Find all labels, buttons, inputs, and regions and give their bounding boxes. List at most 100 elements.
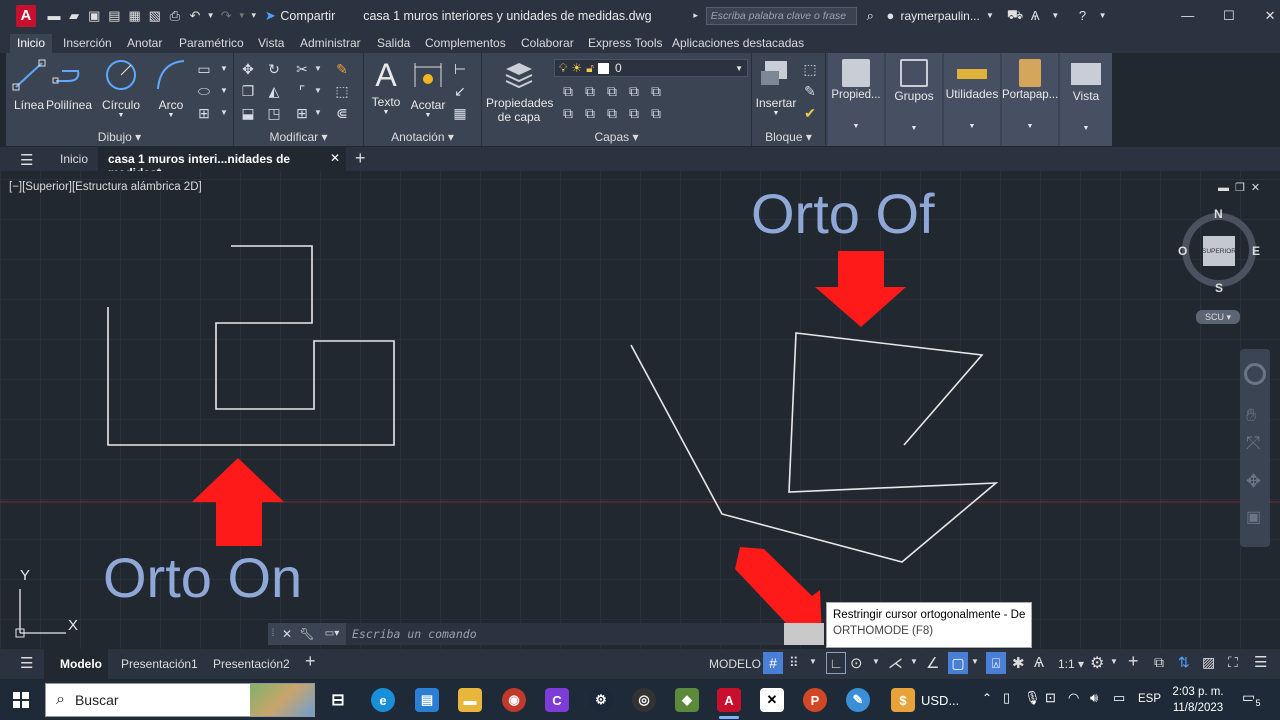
tray-camera-icon[interactable]: ⊡ [1045, 690, 1056, 706]
doc-tab-current[interactable]: casa 1 muros interi...nidades de medidas… [98, 147, 346, 180]
share-button[interactable]: Compartir [280, 9, 335, 23]
annotation-visibility-icon[interactable]: ⍓ [986, 652, 1006, 674]
tab-complementos[interactable]: Complementos [418, 34, 513, 53]
autoscale-icon[interactable]: ✱ [1012, 654, 1025, 672]
tray-volume-icon[interactable]: 🔊︎ [1090, 690, 1098, 706]
rectangle-icon[interactable]: ▭ [196, 61, 212, 77]
tab-express-tools[interactable]: Express Tools [581, 34, 669, 53]
gradient-icon[interactable]: ⊞ [196, 105, 212, 121]
stretch-icon[interactable]: ⬓ [240, 105, 256, 121]
capcut-icon[interactable]: ✕ [760, 688, 784, 712]
edge-icon[interactable]: e [371, 688, 395, 712]
isodraft-icon[interactable]: ⋌ [888, 654, 903, 672]
powerpoint-icon[interactable]: P [803, 688, 827, 712]
move-icon[interactable]: ✥ [240, 61, 256, 77]
language-indicator[interactable]: ESP [1138, 693, 1161, 705]
showmotion-icon[interactable]: ▣ [1246, 507, 1261, 527]
grupos-panel-button[interactable]: Grupos ▼ [886, 53, 942, 146]
steering-wheel-icon[interactable] [1244, 363, 1266, 385]
maximize-icon[interactable]: ☐ [1220, 6, 1238, 26]
draw-more3-icon[interactable]: ▼ [216, 105, 232, 121]
tray-mic-icon[interactable]: 🎙︎ [1024, 690, 1041, 706]
steam-icon[interactable]: ⚙ [589, 688, 613, 712]
layer-tool-9-icon[interactable]: ⧉ [626, 105, 642, 121]
units-icon[interactable]: ⧉ [1154, 654, 1164, 671]
viewcube-west[interactable]: O [1178, 244, 1187, 258]
vista-panel-button[interactable]: Vista ▼ [1060, 53, 1112, 146]
close-icon[interactable]: ✕ [1261, 6, 1279, 26]
autodesk-dropdown-icon[interactable]: ▼ [1046, 6, 1064, 26]
linear-dim-icon[interactable]: ⊢ [452, 61, 468, 77]
annotation-monitor-icon[interactable]: + [1128, 651, 1139, 672]
erase-icon[interactable]: ✎ [334, 61, 350, 77]
hatch-icon[interactable]: ⬭ [196, 83, 212, 99]
leader-icon[interactable]: ↙ [452, 83, 468, 99]
tab-vista[interactable]: Vista [251, 34, 291, 53]
copy-icon[interactable]: ❐ [240, 83, 256, 99]
screen-recorder-icon[interactable]: ◉ [502, 688, 526, 712]
panel-bloque-title[interactable]: Bloque ▾ [752, 130, 825, 144]
utilidades-panel-button[interactable]: Utilidades ▼ [944, 53, 1000, 146]
layer-tool-10-icon[interactable]: ⧉ [648, 105, 664, 121]
command-close-icon[interactable]: ✕ [278, 623, 296, 645]
offset-icon[interactable]: ⋐ [334, 105, 350, 121]
circulo-button[interactable]: Círculo ▼ [98, 57, 144, 119]
propiedades-capa-button[interactable]: Propiedades de capa [486, 57, 553, 124]
cart-icon[interactable]: ⛟ [1006, 6, 1024, 26]
rotate-icon[interactable]: ↻ [266, 61, 282, 77]
taskbar-search[interactable]: ⌕ Buscar [45, 683, 315, 717]
print-icon[interactable]: ⎙ [166, 6, 184, 26]
acotar-button[interactable]: Acotar ▼ [408, 57, 448, 119]
orbit-icon[interactable]: ✥ [1246, 471, 1261, 492]
tab-administrar[interactable]: Administrar [293, 34, 368, 53]
circulo-dropdown-icon[interactable]: ▼ [98, 112, 144, 119]
help-dropdown-icon[interactable]: ▼ [1094, 6, 1112, 26]
draw-more2-icon[interactable]: ▼ [216, 83, 232, 99]
doc-tab-inicio[interactable]: Inicio [60, 152, 88, 166]
trim-icon[interactable]: ✂ [294, 61, 310, 77]
web-save-icon[interactable]: ▦ [126, 6, 144, 26]
draw-more-icon[interactable]: ▼ [216, 61, 232, 77]
tab-salida[interactable]: Salida [370, 34, 417, 53]
array-icon[interactable]: ⊞ [294, 105, 310, 121]
redo-dropdown-icon[interactable]: ▼ [237, 6, 246, 26]
annotation-scale-icon[interactable]: Ѧ [1034, 654, 1044, 671]
panel-anotacion-title[interactable]: Anotación ▾ [364, 130, 481, 144]
polilinea-button[interactable]: Polilínea [46, 57, 92, 112]
table-icon[interactable]: ▦ [452, 105, 468, 121]
isodraft-dropdown-icon[interactable]: ▼ [910, 657, 918, 666]
texto-dropdown-icon[interactable]: ▼ [368, 109, 404, 116]
panel-modificar-title[interactable]: Modificar ▾ [234, 130, 363, 144]
tray-phone-icon[interactable]: ▯ [1003, 690, 1010, 706]
user-name[interactable]: raymerpaulin... [900, 9, 979, 23]
grid-icon[interactable]: # [763, 652, 783, 674]
arco-button[interactable]: Arco ▼ [152, 57, 190, 119]
arco-dropdown-icon[interactable]: ▼ [152, 112, 190, 119]
object-snap-dropdown-icon[interactable]: ▼ [971, 657, 979, 666]
app-menu-icon[interactable]: ☰ [20, 151, 33, 169]
search-icon[interactable]: ⌕ [861, 6, 879, 26]
viewcube-south[interactable]: S [1215, 281, 1223, 295]
scale-icon[interactable]: ◳ [266, 105, 282, 121]
tab-insercion[interactable]: Inserción [56, 34, 119, 53]
layer-tool-2-icon[interactable]: ⧉ [582, 83, 598, 99]
fullscreen-icon[interactable]: ⛶ [1228, 654, 1238, 671]
layout-tab-presentacion1[interactable]: Presentación1 [121, 657, 198, 671]
insertar-button[interactable]: Insertar ▼ [754, 57, 798, 117]
object-snap-icon[interactable]: ▢ [948, 652, 968, 674]
clock[interactable]: 2:03 p. m. 11/8/2023 [1170, 684, 1226, 716]
command-line[interactable]: ⁞ ✕ 🔧︎ ▭▾ Escriba un comando [268, 623, 824, 645]
portapapeles-panel-button[interactable]: Portapap... ▼ [1002, 53, 1058, 146]
cloud-icon[interactable]: ▧ [146, 6, 164, 26]
canva-icon[interactable]: C [545, 688, 569, 712]
save-as-icon[interactable]: ▤ [105, 6, 123, 26]
graphics-performance-icon[interactable]: ▨ [1202, 654, 1215, 671]
propiedades-panel-button[interactable]: Propied... ▼ [828, 53, 884, 146]
tab-inicio[interactable]: Inicio [10, 34, 53, 53]
doc-tab-close-icon[interactable]: ✕ [330, 151, 340, 165]
viewcube-north[interactable]: N [1214, 207, 1223, 221]
layer-tool-8-icon[interactable]: ⧉ [604, 105, 620, 121]
block-attr-icon[interactable]: ✔ [802, 105, 818, 121]
snap-dropdown-icon[interactable]: ▼ [809, 657, 817, 666]
share-icon[interactable]: ➤ [261, 6, 279, 26]
